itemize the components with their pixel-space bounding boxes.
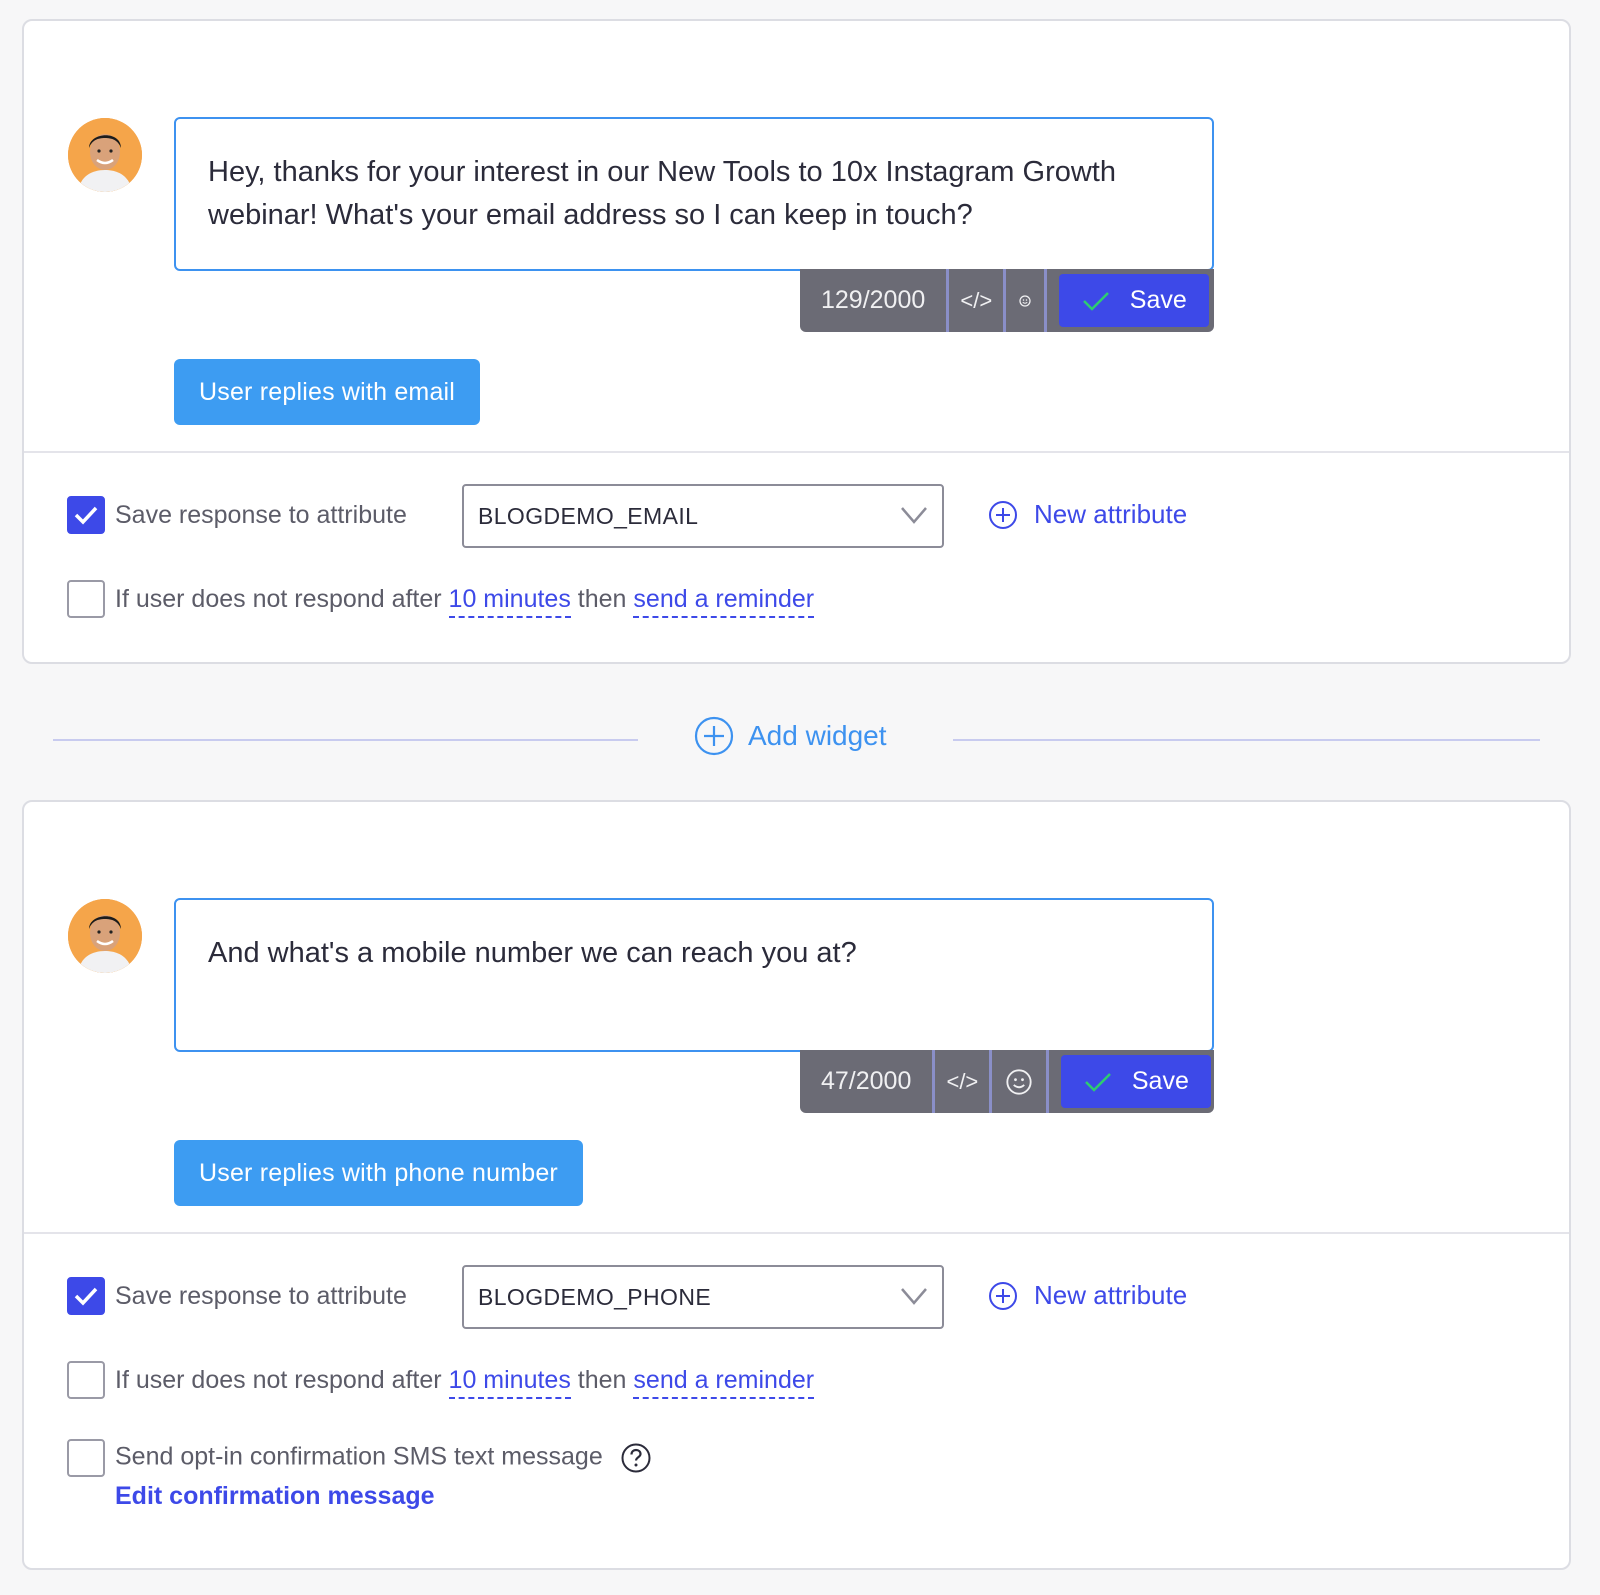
message-toolbar: 47/2000 </> Save [800,1050,1214,1113]
code-icon[interactable]: </> [949,269,1003,332]
reminder-prefix: If user does not respond after [115,585,442,613]
user-reply-button[interactable]: User replies with email [174,359,481,425]
save-button-label: Save [1131,1067,1189,1095]
attribute-select-value: BLOGDEMO_EMAIL [478,502,699,529]
save-button-label: Save [1129,286,1187,314]
user-reply-button[interactable]: User replies with phone number [174,1140,583,1206]
attribute-select[interactable]: BLOGDEMO_EMAIL [462,484,944,548]
char-count: 129/2000 [821,286,926,314]
check-icon [74,1287,98,1306]
section-divider [24,451,1569,453]
new-attribute-button[interactable]: New attribute [988,1280,1187,1311]
reminder-action-link[interactable]: send a reminder [633,585,815,618]
reminder-duration-link[interactable]: 10 minutes [448,1366,571,1399]
reminder-prefix: If user does not respond after [115,1366,442,1394]
check-icon [1082,291,1109,311]
avatar [68,118,142,192]
add-widget-label: Add widget [748,720,887,751]
add-widget-line-right [953,739,1540,741]
chevron-down-icon [901,1288,927,1305]
new-attribute-label: New attribute [1034,499,1188,529]
reminder-action-link[interactable]: send a reminder [633,1366,815,1399]
check-icon [1084,1072,1111,1092]
optin-checkbox[interactable] [67,1439,105,1477]
save-attribute-label: Save response to attribute [115,1282,407,1310]
new-attribute-button[interactable]: New attribute [988,499,1187,530]
char-count: 47/2000 [821,1067,912,1095]
save-button[interactable]: Save [1059,274,1210,327]
widget-card-email: Hey, thanks for your interest in our New… [22,19,1571,664]
toolbar-separator [1044,269,1048,332]
new-attribute-label: New attribute [1034,1280,1188,1310]
save-attribute-label: Save response to attribute [115,501,407,529]
add-widget-row: Add widget [0,712,1600,768]
emoji-icon[interactable] [992,1050,1046,1113]
add-widget-button[interactable]: Add widget [694,716,887,756]
attribute-select-value: BLOGDEMO_PHONE [478,1283,712,1310]
add-widget-line-left [53,739,638,741]
chevron-down-icon [901,507,927,524]
emoji-icon[interactable] [1006,269,1044,332]
section-divider [24,1232,1569,1234]
reminder-checkbox[interactable] [67,1361,105,1399]
plus-circle-icon [694,716,734,756]
plus-circle-icon [989,500,1017,529]
optin-row: Send opt-in confirmation SMS text messag… [115,1442,652,1474]
message-toolbar: 129/2000 </> Save [800,269,1214,332]
attribute-select[interactable]: BLOGDEMO_PHONE [462,1265,944,1329]
avatar [68,899,142,973]
save-attribute-checkbox[interactable] [67,496,105,534]
help-icon[interactable] [620,1442,652,1474]
reminder-row: If user does not respond after 10 minute… [115,585,815,618]
code-icon[interactable]: </> [935,1050,989,1113]
toolbar-separator [1046,1050,1050,1113]
check-icon [74,506,98,525]
reminder-middle: then [577,1366,627,1394]
save-attribute-checkbox[interactable] [67,1277,105,1315]
optin-label: Send opt-in confirmation SMS text messag… [115,1442,603,1471]
reminder-row: If user does not respond after 10 minute… [115,1366,815,1399]
save-button[interactable]: Save [1061,1055,1212,1108]
reminder-duration-link[interactable]: 10 minutes [448,585,571,618]
edit-confirmation-link[interactable]: Edit confirmation message [115,1482,435,1511]
message-textarea[interactable]: Hey, thanks for your interest in our New… [174,117,1214,271]
reminder-checkbox[interactable] [67,580,105,618]
message-textarea[interactable]: And what's a mobile number we can reach … [174,898,1214,1052]
widget-card-phone: And what's a mobile number we can reach … [22,800,1571,1570]
reminder-middle: then [577,585,627,613]
plus-circle-icon [989,1281,1017,1310]
